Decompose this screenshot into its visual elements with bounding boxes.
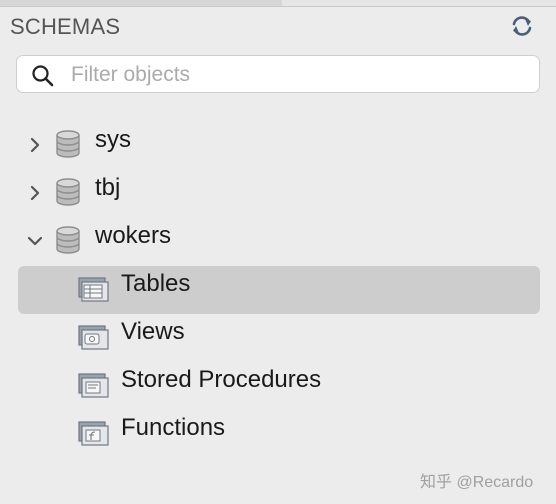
- refresh-icon[interactable]: [510, 15, 534, 37]
- tree-item-label[interactable]: Functions: [121, 414, 225, 442]
- tree-item-functions[interactable]: Functions: [0, 410, 556, 456]
- schema-row-wokers[interactable]: wokers: [0, 216, 556, 262]
- schema-name[interactable]: tbj: [95, 174, 120, 202]
- tree-item-label[interactable]: Views: [121, 318, 185, 346]
- tables-folder-icon: [78, 277, 109, 302]
- filter-objects-input[interactable]: [69, 60, 513, 90]
- functions-folder-icon: [78, 421, 109, 446]
- procedures-folder-icon: [78, 373, 109, 398]
- search-icon: [32, 65, 54, 87]
- tree-item-tables[interactable]: Tables: [0, 266, 556, 312]
- database-icon: [56, 178, 80, 206]
- schema-row-tbj[interactable]: tbj: [0, 168, 556, 214]
- top-divider: [0, 0, 556, 7]
- tree-item-stored-procedures[interactable]: Stored Procedures: [0, 362, 556, 408]
- chevron-right-icon[interactable]: [26, 184, 44, 202]
- filter-search-box[interactable]: [16, 55, 540, 93]
- chevron-right-icon[interactable]: [26, 136, 44, 154]
- database-icon: [56, 226, 80, 254]
- schema-name[interactable]: sys: [95, 126, 131, 154]
- schema-row-sys[interactable]: sys: [0, 120, 556, 166]
- tree-item-label[interactable]: Tables: [121, 270, 190, 298]
- top-divider-segment: [282, 0, 556, 6]
- tree-item-label[interactable]: Stored Procedures: [121, 366, 321, 394]
- schemas-header: SCHEMAS: [10, 14, 121, 39]
- database-icon: [56, 130, 80, 158]
- tree-item-views[interactable]: Views: [0, 314, 556, 360]
- schema-name[interactable]: wokers: [95, 222, 171, 250]
- chevron-down-icon[interactable]: [26, 232, 44, 250]
- views-folder-icon: [78, 325, 109, 350]
- watermark: 知乎 @Recardo: [420, 474, 534, 491]
